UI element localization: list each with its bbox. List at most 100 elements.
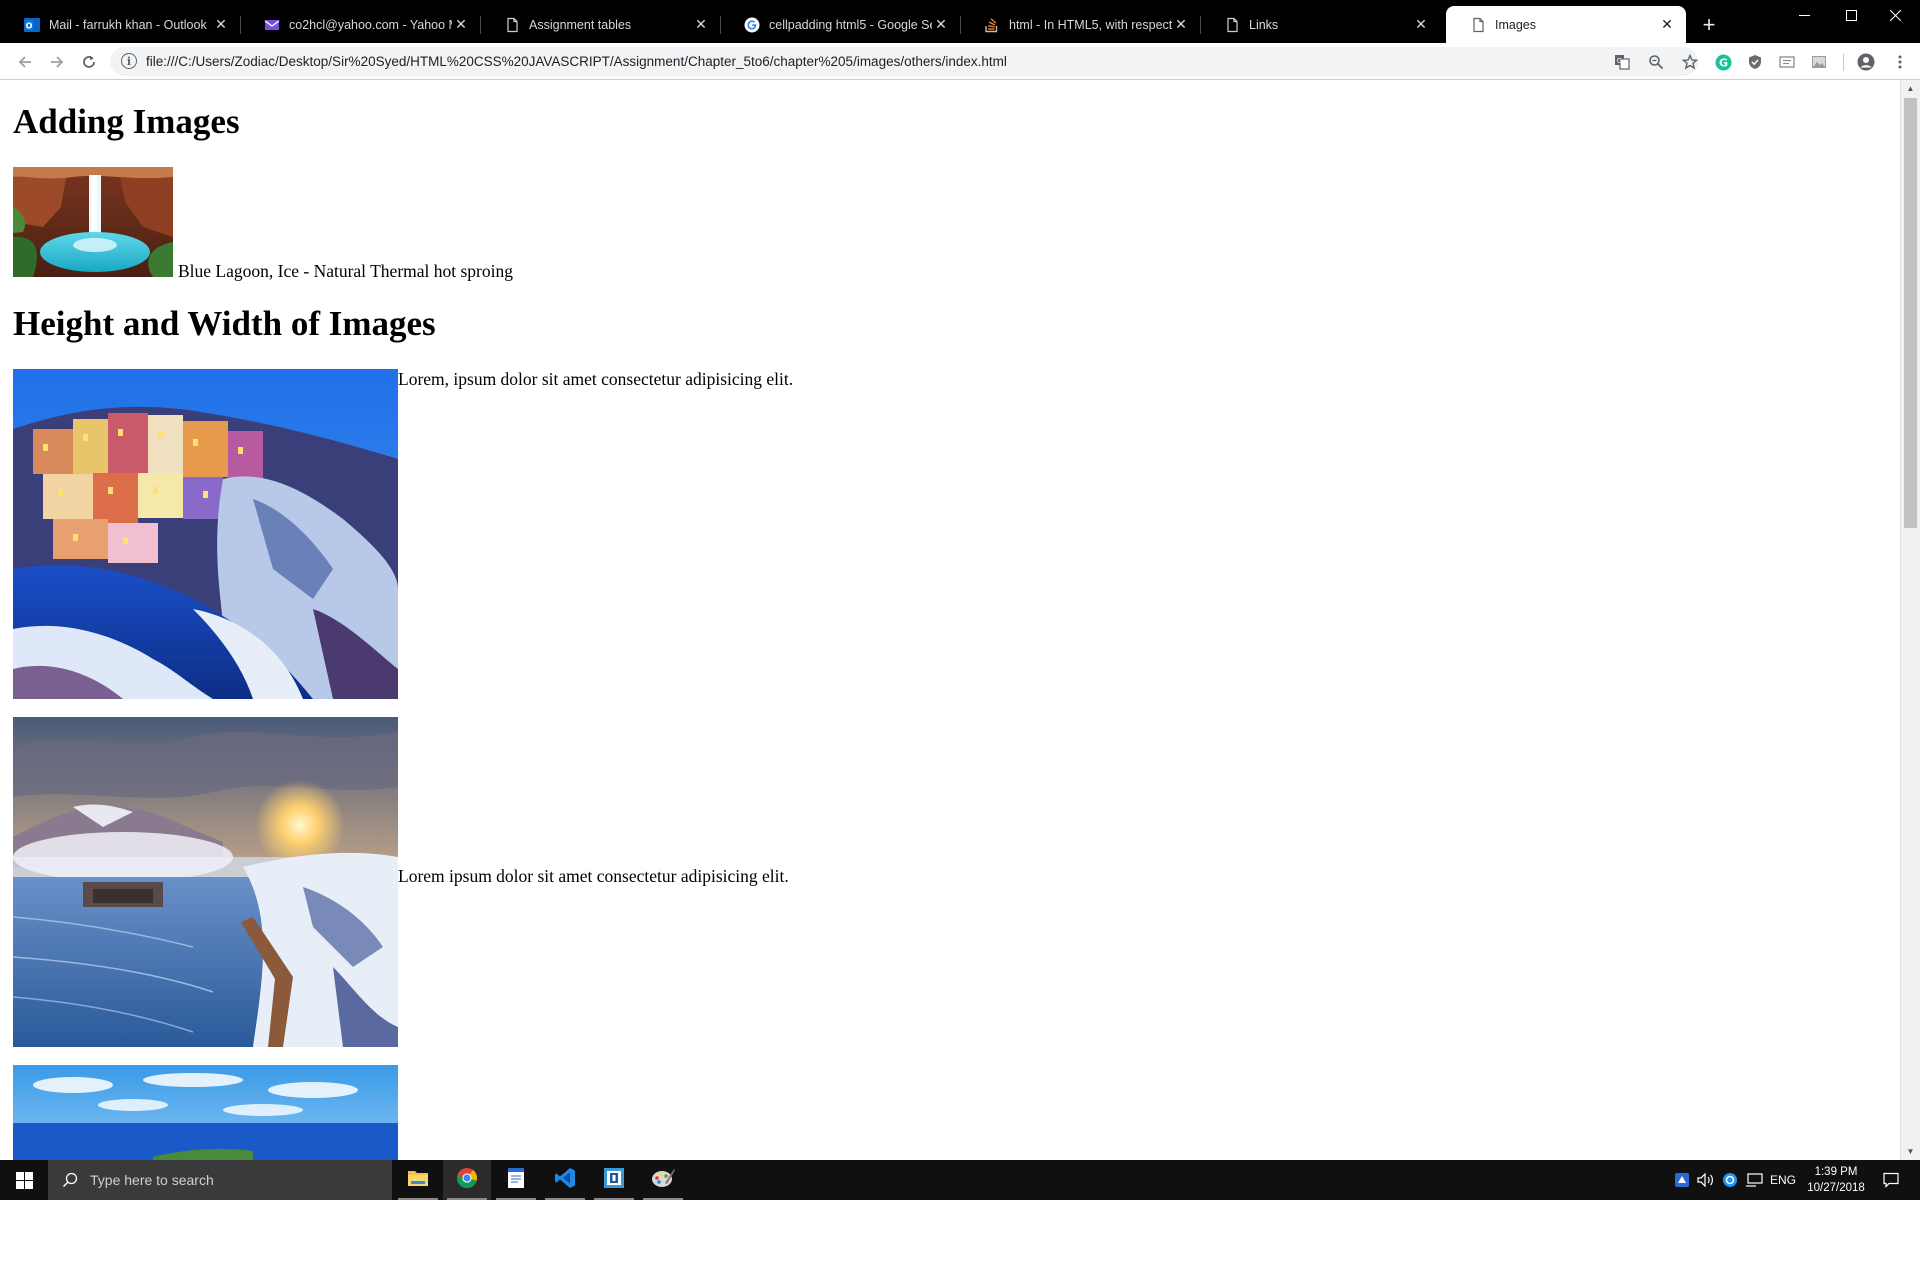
google-icon bbox=[744, 17, 760, 33]
page-scrollbar[interactable]: ▲ ▼ bbox=[1900, 80, 1920, 1160]
bookmark-star-icon[interactable] bbox=[1680, 52, 1700, 72]
taskbar-paint[interactable] bbox=[639, 1160, 687, 1200]
close-icon[interactable]: ✕ bbox=[452, 16, 470, 34]
close-icon[interactable]: ✕ bbox=[1172, 16, 1190, 34]
tab-assignment-tables[interactable]: Assignment tables ✕ bbox=[480, 6, 721, 43]
tab-title: Assignment tables bbox=[529, 17, 632, 32]
taskbar-chrome[interactable] bbox=[443, 1160, 491, 1200]
page-icon bbox=[504, 17, 520, 33]
windows-logo-icon bbox=[15, 1171, 33, 1189]
coastal-village-photo bbox=[13, 369, 398, 699]
back-arrow-icon bbox=[18, 56, 31, 68]
app-icon bbox=[603, 1167, 625, 1194]
stackoverflow-icon bbox=[984, 17, 1000, 33]
info-icon[interactable]: i bbox=[121, 53, 137, 69]
svg-text:G: G bbox=[1617, 57, 1622, 65]
tab-google-search[interactable]: cellpadding html5 - Google Sear ✕ bbox=[720, 6, 961, 43]
tab-title: co2hcl@yahoo.com - Yahoo Mail bbox=[289, 17, 452, 32]
browser-toolbar: i file:///C:/Users/Zodiac/Desktop/Sir%20… bbox=[0, 43, 1920, 80]
page-icon bbox=[1224, 17, 1240, 33]
kebab-menu-icon[interactable] bbox=[1890, 52, 1910, 72]
tab-links[interactable]: Links ✕ bbox=[1200, 6, 1440, 43]
taskbar-file-explorer[interactable] bbox=[394, 1160, 442, 1200]
tab-outlook[interactable]: O Mail - farrukh khan - Outlook ✕ bbox=[0, 6, 241, 43]
lorem-text-2: Lorem ipsum dolor sit amet consectetur a… bbox=[398, 866, 789, 886]
close-window-button[interactable] bbox=[1866, 0, 1920, 30]
waterfall-caption: Blue Lagoon, Ice - Natural Thermal hot s… bbox=[178, 261, 513, 281]
outlook-icon: O bbox=[24, 17, 40, 33]
close-icon[interactable]: ✕ bbox=[932, 16, 950, 34]
taskbar-vscode[interactable] bbox=[541, 1160, 589, 1200]
account-avatar-icon[interactable] bbox=[1856, 52, 1876, 72]
tab-title: Images bbox=[1495, 17, 1536, 32]
taskbar-app[interactable] bbox=[590, 1160, 638, 1200]
shield-icon[interactable] bbox=[1745, 52, 1765, 72]
taskbar-notepad[interactable] bbox=[492, 1160, 540, 1200]
maximize-icon bbox=[1845, 9, 1857, 21]
snowy-lagoon-sunset-photo bbox=[13, 717, 398, 1047]
extension-puzzle-icon[interactable] bbox=[1777, 52, 1797, 72]
reload-button[interactable] bbox=[76, 49, 102, 75]
close-icon[interactable]: ✕ bbox=[1658, 16, 1676, 34]
address-bar[interactable]: i file:///C:/Users/Zodiac/Desktop/Sir%20… bbox=[110, 47, 1698, 76]
yahoo-mail-icon bbox=[264, 17, 280, 33]
minimize-icon bbox=[1798, 14, 1810, 16]
tab-title: html - In HTML5, with respect to bbox=[1009, 17, 1172, 32]
language-indicator[interactable]: ENG bbox=[1768, 1160, 1798, 1200]
tab-yahoo-mail[interactable]: co2hcl@yahoo.com - Yahoo Mail ✕ bbox=[240, 6, 481, 43]
taskbar-search-box[interactable]: Type here to search bbox=[48, 1160, 392, 1200]
lorem-text-1: Lorem, ipsum dolor sit amet consectetur … bbox=[398, 369, 794, 389]
forward-arrow-icon bbox=[51, 56, 64, 68]
notepad-icon bbox=[507, 1167, 525, 1194]
notification-center-button[interactable] bbox=[1874, 1160, 1908, 1200]
windows-taskbar: Type here to search ENG 1:39 PM 10/27/20… bbox=[0, 1160, 1920, 1200]
sea-coast-photo bbox=[13, 1065, 398, 1160]
close-icon[interactable]: ✕ bbox=[692, 16, 710, 34]
address-url[interactable]: file:///C:/Users/Zodiac/Desktop/Sir%20Sy… bbox=[146, 54, 1007, 69]
search-icon bbox=[62, 1172, 78, 1188]
page-icon bbox=[1470, 17, 1486, 33]
back-button[interactable] bbox=[12, 49, 38, 75]
toolbar-separator bbox=[1843, 54, 1844, 71]
translate-icon[interactable]: G bbox=[1612, 52, 1632, 72]
clock-time: 1:39 PM bbox=[1814, 1166, 1858, 1178]
image-extension-icon[interactable] bbox=[1809, 52, 1829, 72]
tray-circle-icon[interactable] bbox=[1718, 1160, 1742, 1200]
heading-height-width: Height and Width of Images bbox=[13, 304, 436, 343]
tab-title: cellpadding html5 - Google Sear bbox=[769, 17, 932, 32]
chrome-icon bbox=[456, 1167, 478, 1194]
new-tab-button[interactable]: + bbox=[1696, 12, 1722, 38]
start-button[interactable] bbox=[0, 1160, 48, 1200]
screen-bottom-margin bbox=[0, 1200, 1920, 1268]
file-explorer-icon bbox=[407, 1169, 429, 1192]
network-icon[interactable] bbox=[1742, 1160, 1766, 1200]
waterfall-photo bbox=[13, 167, 173, 277]
scroll-down-icon[interactable]: ▼ bbox=[1901, 1143, 1920, 1160]
taskbar-search-placeholder: Type here to search bbox=[90, 1172, 214, 1188]
reload-icon bbox=[83, 55, 95, 68]
page-viewport: Adding Images Blue Lagoon, Ice - Natural… bbox=[0, 80, 1900, 1160]
grammarly-icon[interactable]: G bbox=[1713, 52, 1733, 72]
close-icon bbox=[1889, 9, 1901, 21]
scroll-thumb[interactable] bbox=[1904, 98, 1917, 528]
clock-date: 10/27/2018 bbox=[1807, 1182, 1865, 1194]
forward-button[interactable] bbox=[44, 49, 70, 75]
paint-icon bbox=[651, 1167, 675, 1194]
scroll-up-icon[interactable]: ▲ bbox=[1901, 80, 1920, 97]
system-clock[interactable]: 1:39 PM 10/27/2018 bbox=[1798, 1164, 1874, 1196]
tab-title: Mail - farrukh khan - Outlook bbox=[49, 17, 207, 32]
close-icon[interactable]: ✕ bbox=[1412, 16, 1430, 34]
notification-icon bbox=[1883, 1172, 1899, 1188]
vscode-icon bbox=[554, 1167, 576, 1194]
tab-stackoverflow[interactable]: html - In HTML5, with respect to ✕ bbox=[960, 6, 1201, 43]
svg-text:O: O bbox=[26, 21, 33, 30]
heading-adding-images: Adding Images bbox=[13, 102, 240, 141]
close-icon[interactable]: ✕ bbox=[212, 16, 230, 34]
tray-app-icon[interactable] bbox=[1670, 1160, 1694, 1200]
zoom-icon[interactable] bbox=[1646, 52, 1666, 72]
tab-strip: O Mail - farrukh khan - Outlook ✕ co2hcl… bbox=[0, 0, 1920, 43]
svg-text:G: G bbox=[1718, 56, 1727, 69]
volume-icon[interactable] bbox=[1694, 1160, 1718, 1200]
tab-images[interactable]: Images ✕ bbox=[1446, 6, 1686, 43]
tab-title: Links bbox=[1249, 17, 1279, 32]
